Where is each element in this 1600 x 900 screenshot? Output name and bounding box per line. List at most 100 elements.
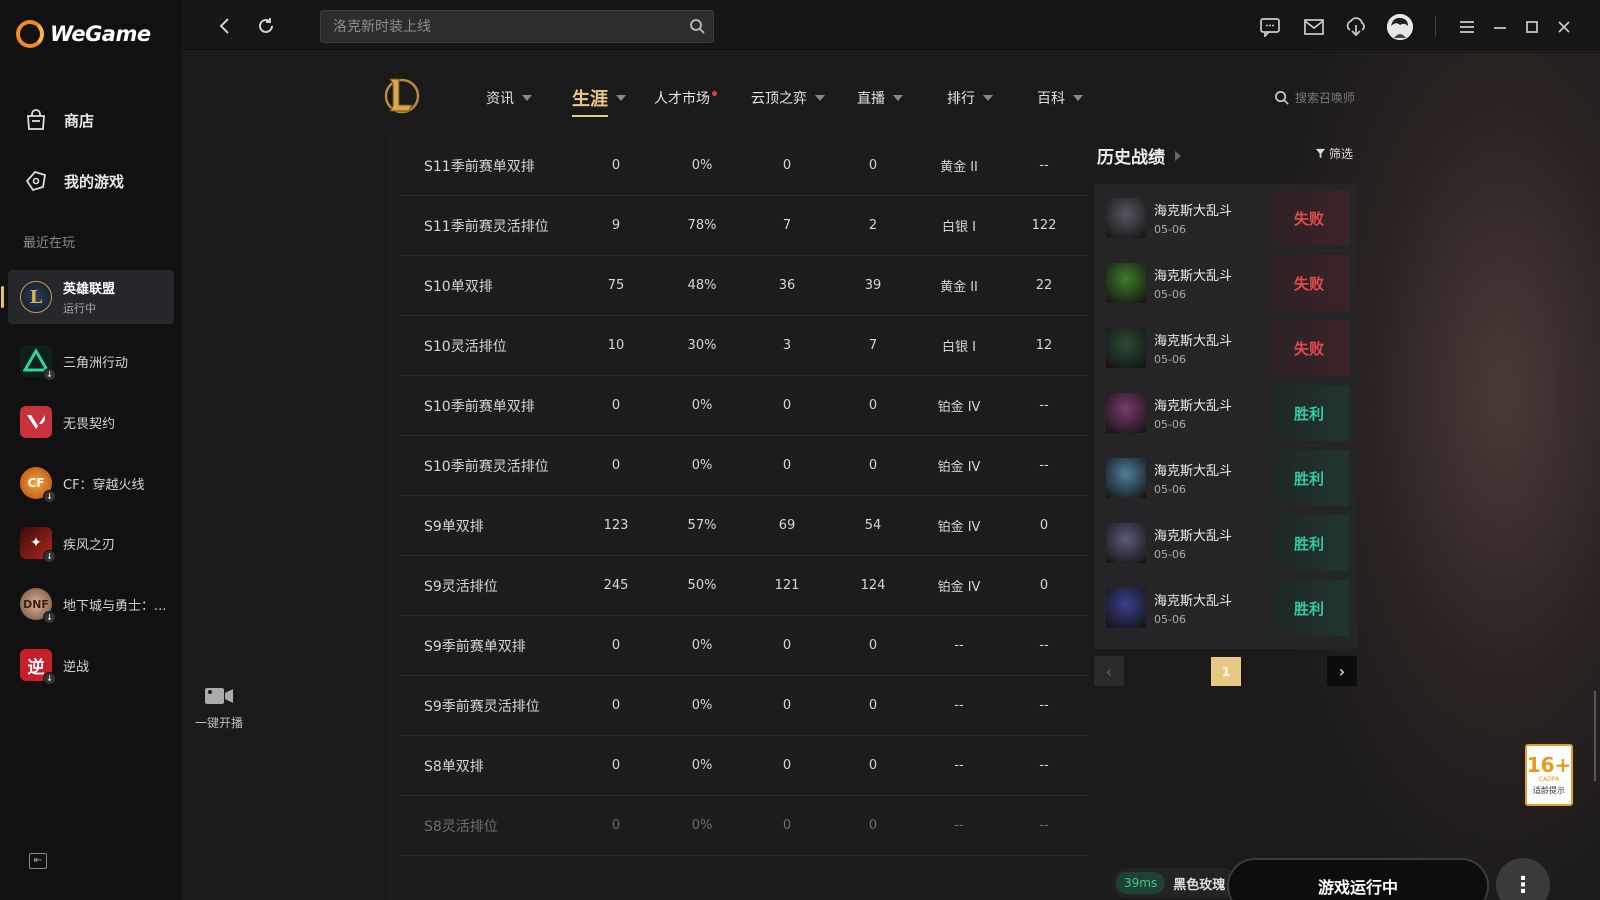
match-result: 胜利 — [1269, 515, 1349, 571]
stat-cell: 69 — [778, 518, 796, 533]
blade-game-icon: ✦ ↓ — [20, 527, 56, 563]
match-date: 05-06 — [1154, 483, 1186, 496]
tab-ranking[interactable]: 排行 — [947, 88, 993, 108]
game-running-button[interactable]: 游戏运行中 — [1227, 858, 1489, 900]
tab-talent-market[interactable]: 人才市场 — [654, 88, 717, 108]
global-search[interactable] — [320, 10, 714, 43]
stat-cell: -- — [954, 818, 964, 833]
champion-avatar — [1106, 588, 1146, 628]
match-item[interactable]: 海克斯大乱斗 05-06 胜利 — [1106, 448, 1349, 508]
tab-news[interactable]: 资讯 — [486, 88, 532, 108]
delta-force-game-icon: ↓ — [20, 345, 56, 381]
stat-cell: -- — [1039, 638, 1049, 653]
sidebar-game-delta-force[interactable]: ↓ 三角洲行动 — [8, 334, 174, 388]
download-manager-button[interactable] — [1343, 14, 1369, 40]
search-icon[interactable] — [689, 18, 705, 34]
stat-cell: 0 — [611, 698, 621, 713]
filter-button[interactable]: 筛选 — [1315, 145, 1353, 162]
match-item[interactable]: 海克斯大乱斗 05-06 胜利 — [1106, 513, 1349, 573]
filter-icon — [1315, 148, 1326, 159]
match-result: 胜利 — [1269, 580, 1349, 636]
mail-button[interactable] — [1301, 14, 1327, 40]
nav-my-games[interactable]: 我的游戏 — [22, 167, 124, 195]
champion-avatar — [1106, 393, 1146, 433]
tab-label: 云顶之弈 — [751, 91, 807, 107]
game-status: 运行中 — [63, 302, 96, 315]
match-result: 失败 — [1269, 255, 1349, 311]
caret-down-icon — [815, 95, 825, 101]
queue-name-cell: S10季前赛灵活排位 — [424, 458, 549, 475]
nav-store-label: 商店 — [64, 111, 95, 130]
stat-cell: 39 — [864, 278, 882, 293]
one-click-live-button[interactable]: 一键开播 — [184, 686, 254, 731]
collapse-sidebar-button[interactable]: ⇤ — [29, 853, 47, 869]
match-item[interactable]: 海克斯大乱斗 05-06 失败 — [1106, 253, 1349, 313]
age-rating-badge[interactable]: 16+ CADPA 适龄提示 — [1525, 744, 1573, 806]
back-button[interactable] — [212, 14, 236, 38]
tab-tft[interactable]: 云顶之弈 — [751, 88, 825, 108]
download-badge-icon: ↓ — [43, 490, 56, 503]
stat-cell: 0% — [691, 698, 713, 713]
tab-live[interactable]: 直播 — [857, 88, 903, 108]
sidebar-game-nizhan[interactable]: 逆 ↓ 逆战 — [8, 638, 174, 692]
wegame-logo[interactable]: WeGame — [16, 20, 151, 48]
store-bag-icon — [22, 106, 50, 134]
maximize-button[interactable] — [1519, 14, 1545, 40]
sidebar-game-blade[interactable]: ✦ ↓ 疾风之刃 — [8, 516, 174, 570]
table-row: S10单双排 75 48% 36 39 黄金 II 22 — [400, 256, 1088, 316]
caret-down-icon — [1073, 95, 1083, 101]
prev-page-button[interactable]: ‹ — [1094, 656, 1124, 686]
table-row: S10季前赛灵活排位 0 0% 0 0 铂金 IV -- — [400, 436, 1088, 496]
tab-wiki[interactable]: 百科 — [1037, 88, 1083, 108]
menu-button[interactable] — [1454, 14, 1480, 40]
global-search-input[interactable] — [321, 11, 661, 42]
stat-cell: 黄金 II — [940, 160, 978, 175]
stat-cell: 0 — [611, 818, 621, 833]
close-button[interactable] — [1551, 14, 1577, 40]
server-status[interactable]: 39ms 黑色玫瑰 — [1112, 868, 1238, 898]
match-item[interactable]: 海克斯大乱斗 05-06 失败 — [1106, 318, 1349, 378]
stat-cell: 50% — [687, 578, 717, 593]
download-icon — [1346, 17, 1365, 37]
stat-cell: 0% — [691, 458, 713, 473]
stat-cell: 0 — [782, 398, 792, 413]
lol-logo-icon[interactable] — [382, 75, 420, 115]
dnf-game-icon: DNF ↓ — [20, 588, 56, 624]
sidebar-game-crossfire[interactable]: CF ↓ CF：穿越火线 — [8, 456, 174, 510]
table-row: S11季前赛单双排 0 0% 0 0 黄金 II -- — [400, 137, 1088, 196]
stat-cell: 7 — [868, 338, 878, 353]
stat-cell: 245 — [603, 578, 629, 593]
stat-cell: 7 — [782, 218, 792, 233]
match-mode: 海克斯大乱斗 — [1154, 204, 1233, 219]
history-list: 海克斯大乱斗 05-06 失败 海克斯大乱斗 05-06 失败 海克斯大乱斗 05-06 失败海… — [1094, 184, 1357, 649]
history-title[interactable]: 历史战绩 — [1097, 143, 1181, 168]
tab-career[interactable]: 生涯 — [572, 85, 626, 117]
stat-cell: 12 — [1035, 338, 1053, 353]
filter-label: 筛选 — [1329, 147, 1354, 161]
queue-name-cell: S9季前赛单双排 — [424, 638, 526, 655]
sidebar-game-lol[interactable]: L 英雄联盟 运行中 — [1, 270, 174, 324]
champion-avatar — [1106, 198, 1146, 238]
user-avatar[interactable] — [1387, 14, 1413, 40]
chevron-right-icon: › — [1338, 661, 1346, 681]
sidebar-game-valorant[interactable]: 无畏契约 — [8, 395, 174, 449]
download-badge-icon: ↓ — [43, 550, 56, 563]
refresh-button[interactable] — [254, 14, 278, 38]
nav-store[interactable]: 商店 — [22, 106, 94, 134]
next-page-button[interactable]: › — [1327, 656, 1357, 686]
minimize-button[interactable] — [1487, 14, 1513, 40]
scrollbar[interactable] — [1594, 691, 1596, 781]
stat-cell: 0 — [868, 698, 878, 713]
tab-label: 百科 — [1037, 91, 1065, 107]
match-item[interactable]: 海克斯大乱斗 05-06 失败 — [1106, 188, 1349, 248]
match-mode: 海克斯大乱斗 — [1154, 594, 1233, 609]
chat-button[interactable] — [1257, 14, 1283, 40]
sidebar-game-dnf[interactable]: DNF ↓ 地下城与勇士：... — [8, 577, 174, 631]
match-item[interactable]: 海克斯大乱斗 05-06 胜利 — [1106, 383, 1349, 443]
current-page[interactable]: 1 — [1211, 657, 1241, 686]
match-item[interactable]: 海克斯大乱斗 05-06 胜利 — [1106, 578, 1349, 638]
match-date: 05-06 — [1154, 548, 1186, 561]
summoner-search[interactable]: 搜索召唤师 — [1274, 89, 1355, 106]
queue-name-cell: S9灵活排位 — [424, 578, 498, 595]
camera-icon — [204, 686, 234, 706]
